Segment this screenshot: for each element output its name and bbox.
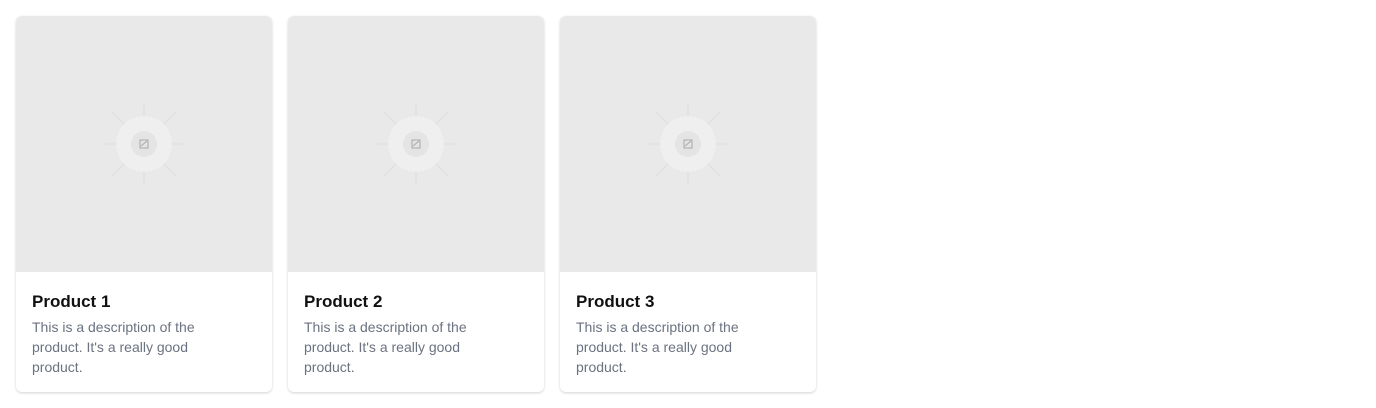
product-title: Product 2 [304,292,383,311]
product-image [288,16,544,272]
product-grid: Product 1 This is a description of the p… [16,16,816,392]
card-body: Product 3 This is a description of the p… [560,272,816,377]
product-card[interactable]: Product 1 This is a description of the p… [16,16,272,392]
product-image [560,16,816,272]
product-image [16,16,272,272]
product-description: This is a description of the product. It… [32,319,195,375]
card-body: Product 1 This is a description of the p… [16,272,272,377]
product-title: Product 3 [576,292,655,311]
product-title: Product 1 [32,292,111,311]
card-body: Product 2 This is a description of the p… [288,272,544,377]
product-card[interactable]: Product 2 This is a description of the p… [288,16,544,392]
image-placeholder-icon [104,104,184,184]
image-placeholder-icon [648,104,728,184]
product-description: This is a description of the product. It… [576,319,739,375]
image-placeholder-icon [376,104,456,184]
product-card[interactable]: Product 3 This is a description of the p… [560,16,816,392]
product-description: This is a description of the product. It… [304,319,467,375]
